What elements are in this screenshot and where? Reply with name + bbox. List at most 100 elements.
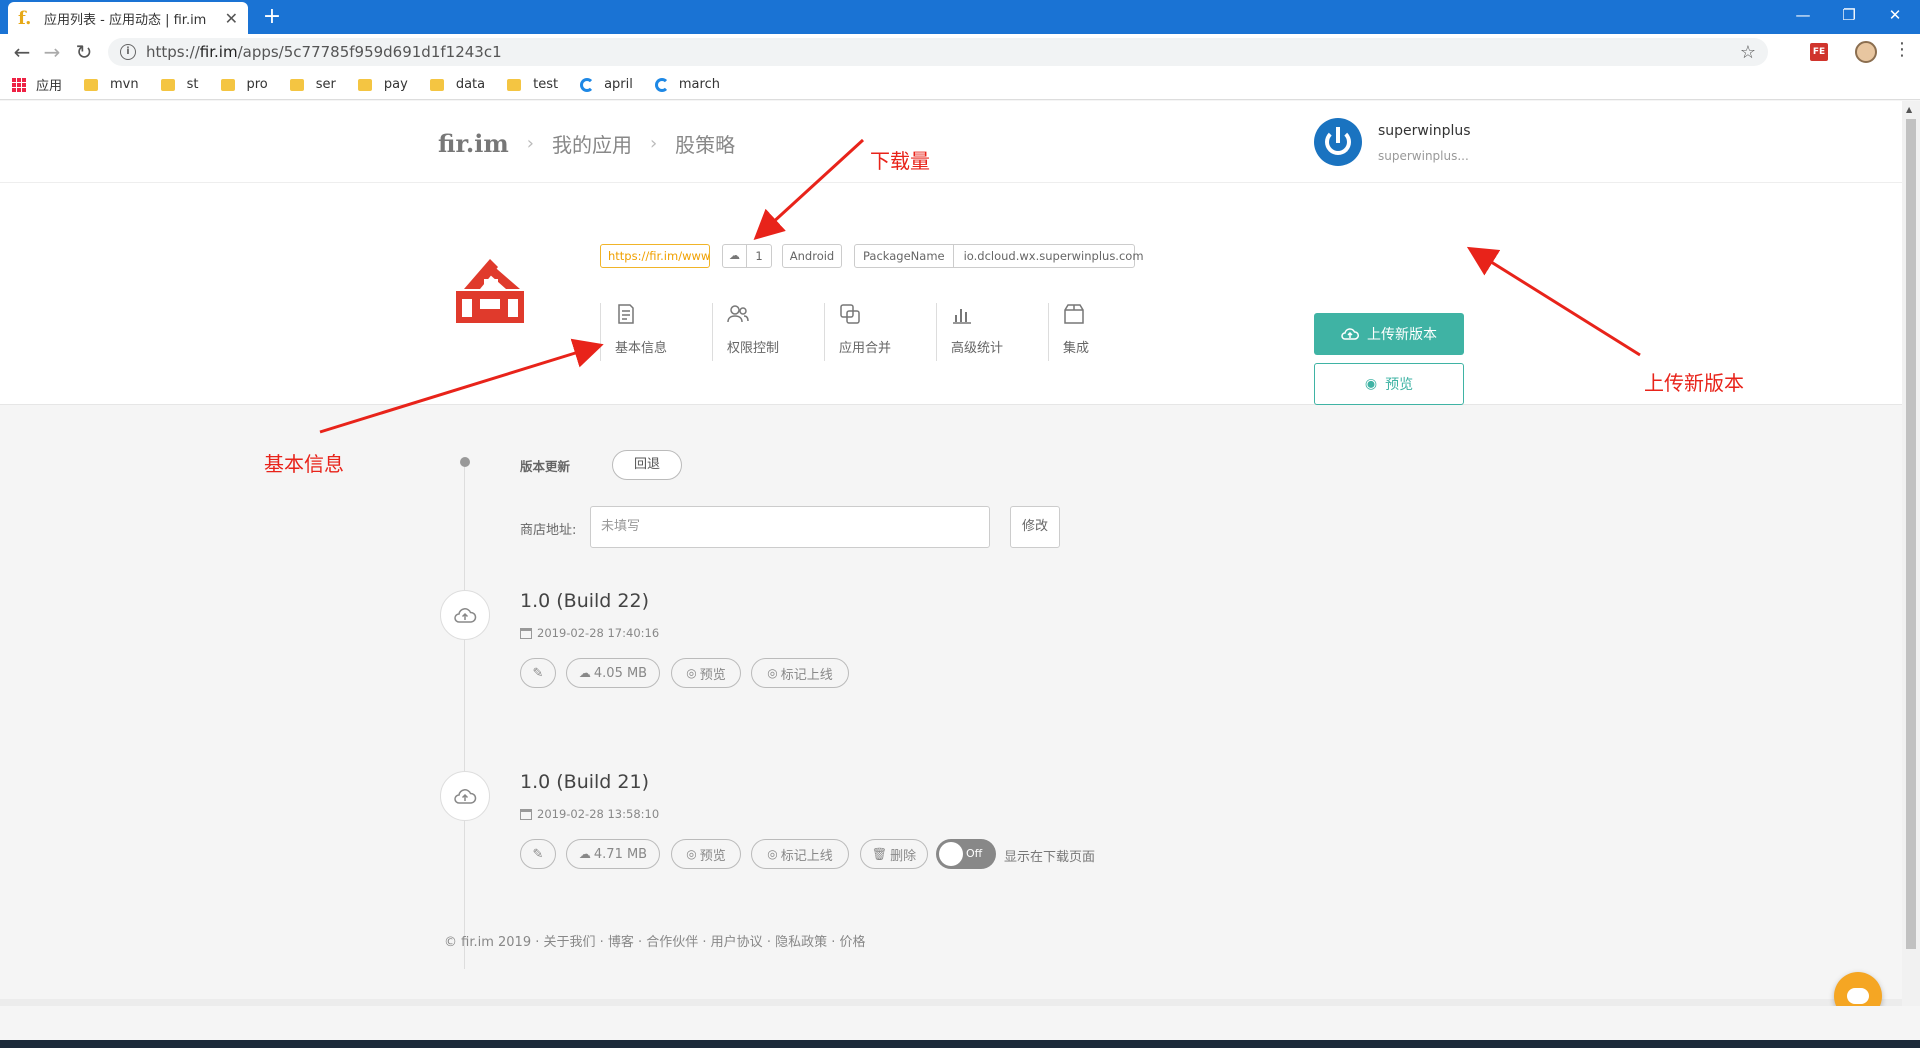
eye-icon: ◎ — [767, 847, 778, 861]
preview-build-button[interactable]: ◎ 预览 — [671, 839, 741, 869]
store-address-input[interactable]: 未填写 — [590, 506, 990, 548]
active-tab-notch — [482, 405, 502, 415]
download-build-button[interactable]: ☁ 4.05 MB — [566, 658, 660, 688]
footer-band — [0, 999, 1902, 1006]
user-subtitle: superwinplus... — [1378, 149, 1469, 163]
bookmark-folder[interactable]: data — [429, 77, 485, 92]
browser-tab[interactable]: f. 应用列表 - 应用动态 | fir.im ✕ — [8, 2, 248, 34]
bookmark-folder[interactable]: st — [160, 77, 199, 92]
address-bar[interactable]: i https://fir.im/apps/5c77785f959d691d1f… — [108, 38, 1768, 66]
mark-online-button[interactable]: ◎ 标记上线 — [751, 658, 849, 688]
close-tab-icon[interactable]: ✕ — [225, 9, 238, 28]
delete-label: 删除 — [890, 848, 917, 864]
page-scrollbar[interactable]: ▲ — [1902, 101, 1920, 1006]
edit-build-button[interactable]: ✎ — [520, 658, 556, 688]
build-date-text: 2019-02-28 17:40:16 — [537, 626, 660, 640]
merge-icon — [840, 304, 860, 324]
show-on-download-page-toggle[interactable]: Off — [936, 839, 996, 869]
eye-icon: ◉ — [1364, 376, 1378, 392]
build-upload-marker — [440, 771, 490, 821]
folder-icon — [160, 78, 175, 91]
download-count: 1 — [755, 249, 763, 263]
cloud-download-icon: ☁ — [578, 847, 591, 861]
address-url: https://fir.im/apps/5c77785f959d691d1f12… — [146, 43, 1740, 61]
timeline-line — [464, 463, 465, 969]
breadcrumb-app-name: 股策略 — [675, 133, 736, 157]
restore-icon[interactable]: ❐ — [1826, 0, 1872, 30]
tab-basic-info[interactable]: 基本信息 — [600, 303, 712, 361]
app-info-section: https://fir.im/wwwi ☁ 1 Android PackageN… — [0, 183, 1902, 405]
extension-icon[interactable]: FE — [1810, 43, 1828, 61]
bookmark-apps[interactable]: 应用 — [12, 75, 62, 94]
reload-icon[interactable]: ↻ — [72, 40, 96, 64]
browser-menu-icon[interactable]: ⋮ — [1893, 39, 1911, 60]
build-date: 2019-02-28 17:40:16 — [520, 626, 659, 640]
breadcrumb-my-apps[interactable]: 我的应用 — [552, 129, 632, 158]
tab-integration[interactable]: 集成 — [1048, 303, 1160, 361]
modify-button[interactable]: 修改 — [1010, 506, 1060, 548]
upload-new-version-button[interactable]: 上传新版本 — [1314, 313, 1464, 355]
build-date-text: 2019-02-28 13:58:10 — [537, 807, 660, 821]
browser-titlebar — [0, 0, 1920, 34]
bookmark-link[interactable]: april — [580, 77, 633, 92]
rollback-button[interactable]: 回退 — [612, 450, 682, 480]
bookmark-folder[interactable]: mvn — [84, 77, 139, 92]
package-name-label: PackageName — [855, 245, 954, 267]
bookmark-label: st — [186, 77, 199, 92]
chat-support-button[interactable] — [1834, 972, 1882, 1006]
box-icon — [1064, 304, 1084, 324]
build-title: 1.0 (Build 22) — [520, 590, 649, 612]
fir-logo[interactable]: fir.im — [438, 129, 509, 158]
bookmark-label: april — [604, 77, 633, 92]
user-name[interactable]: superwinplus — [1378, 123, 1471, 139]
forward-icon[interactable]: → — [40, 40, 64, 64]
version-update-label: 版本更新 — [520, 459, 571, 474]
site-info-icon[interactable]: i — [120, 44, 136, 60]
minimize-icon[interactable]: — — [1780, 0, 1826, 30]
chat-bubble-icon — [1847, 988, 1869, 1004]
bookmark-folder[interactable]: pay — [357, 77, 408, 92]
bookmark-folder[interactable]: ser — [289, 77, 336, 92]
bookmark-star-icon[interactable]: ☆ — [1740, 42, 1756, 63]
profile-avatar[interactable] — [1855, 41, 1877, 63]
app-short-url-tag[interactable]: https://fir.im/wwwi — [600, 244, 710, 268]
bookmark-folder[interactable]: pro — [220, 77, 268, 92]
folder-icon — [84, 78, 99, 91]
edge-icon — [580, 77, 595, 92]
new-tab-button[interactable]: + — [258, 4, 286, 32]
cloud-download-icon: ☁ — [578, 666, 591, 680]
bookmark-link[interactable]: march — [654, 77, 720, 92]
scrollbar-thumb[interactable] — [1906, 119, 1916, 949]
cloud-upload-icon — [454, 789, 477, 804]
close-window-icon[interactable]: ✕ — [1872, 0, 1918, 30]
toggle-knob — [939, 842, 963, 866]
chevron-right-icon: › — [649, 133, 658, 154]
folder-icon — [220, 78, 235, 91]
download-build-button[interactable]: ☁ 4.71 MB — [566, 839, 660, 869]
mark-online-button[interactable]: ◎ 标记上线 — [751, 839, 849, 869]
tab-advanced-stats[interactable]: 高级统计 — [936, 303, 1048, 361]
bookmark-label: test — [533, 77, 559, 92]
url-scheme: https:// — [146, 43, 200, 61]
edit-build-button[interactable]: ✎ — [520, 839, 556, 869]
tab-permissions[interactable]: 权限控制 — [712, 303, 824, 361]
preview-button[interactable]: ◉ 预览 — [1314, 363, 1464, 405]
build-size: 4.71 MB — [593, 846, 648, 862]
pencil-icon: ✎ — [532, 665, 544, 681]
store-address-label: 商店地址: — [520, 523, 577, 538]
scroll-up-icon[interactable]: ▲ — [1906, 105, 1912, 114]
tab-title: 应用列表 - 应用动态 | fir.im — [44, 12, 207, 28]
tab-label: 高级统计 — [951, 341, 1004, 356]
back-icon[interactable]: ← — [10, 40, 34, 64]
folder-icon — [289, 78, 304, 91]
bookmark-label: ser — [315, 77, 336, 92]
bookmark-folder[interactable]: test — [507, 77, 558, 92]
tab-app-merge[interactable]: 应用合并 — [824, 303, 936, 361]
cloud-download-icon: ☁ — [723, 245, 747, 267]
user-avatar[interactable] — [1314, 118, 1362, 166]
calendar-icon — [520, 808, 532, 820]
app-icon — [456, 259, 524, 323]
preview-build-button[interactable]: ◎ 预览 — [671, 658, 741, 688]
delete-build-button[interactable]: 🗑 删除 — [860, 839, 928, 869]
bookmark-label: pro — [246, 77, 268, 92]
